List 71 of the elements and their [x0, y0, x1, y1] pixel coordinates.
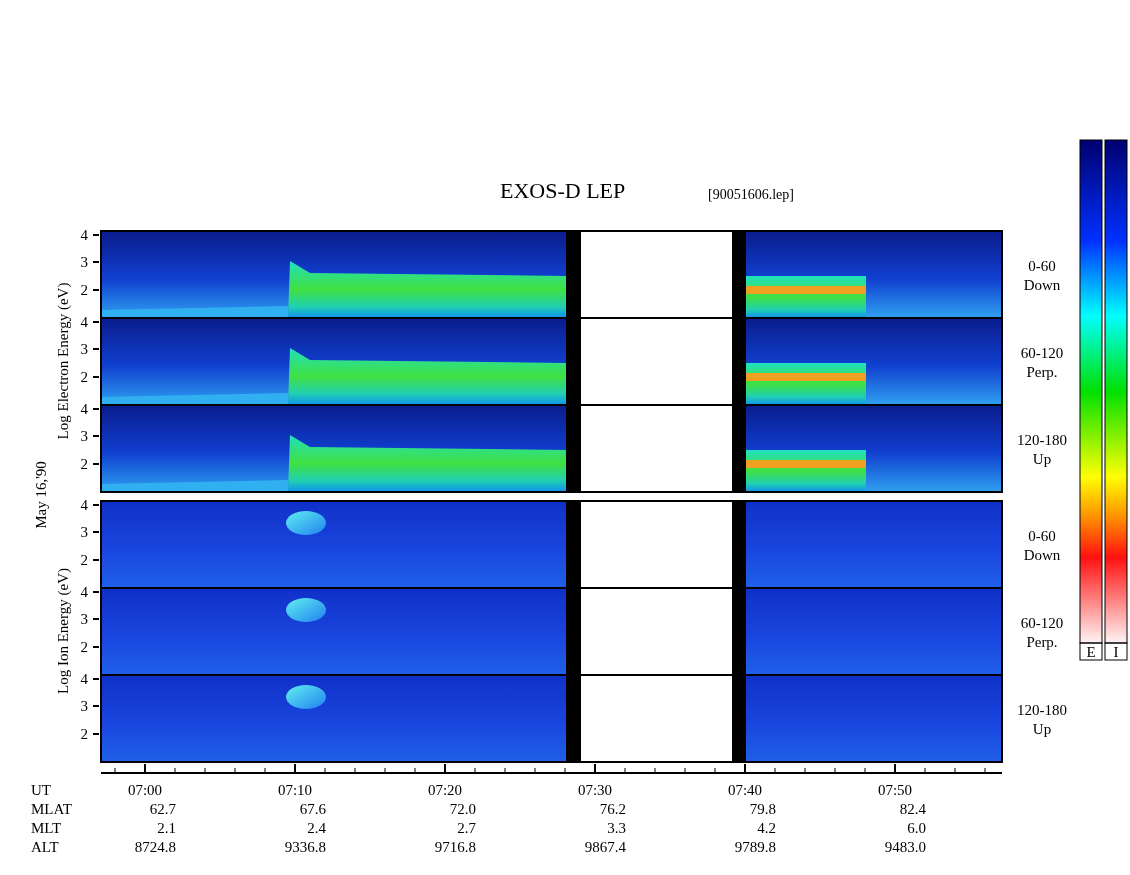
direction-label: Up: [1032, 451, 1052, 467]
axis-value: 3.3: [607, 820, 626, 836]
direction-label: Perp.: [1026, 634, 1058, 650]
direction-label: Down: [1023, 277, 1061, 293]
y-axis-ticks: [92, 234, 100, 291]
y-tick-label: 3: [80, 428, 88, 444]
y-tick-label: 4: [80, 401, 88, 417]
pitch-angle-range: 120-180: [1017, 702, 1067, 718]
pitch-angle-range: 60-120: [1020, 345, 1064, 361]
pitch-angle-range: 0-60: [1028, 258, 1056, 274]
y-tick-label: 2: [80, 456, 88, 472]
pitch-angle-range: 0-60: [1028, 528, 1056, 544]
axis-value: 62.7: [149, 801, 176, 817]
axis-value: 2.7: [457, 820, 476, 836]
axis-value: 07:40: [727, 782, 763, 798]
y-tick-label: 3: [80, 341, 88, 357]
direction-label: Up: [1032, 721, 1052, 737]
y-tick-label: 3: [80, 698, 88, 714]
y-tick-label: 4: [80, 671, 88, 687]
y-tick-label: 2: [80, 552, 88, 568]
y-tick-label: 2: [80, 282, 88, 298]
pitch-angle-range: 120-180: [1017, 432, 1067, 448]
axis-value: 07:10: [277, 782, 313, 798]
y-axis-ticks: [92, 408, 100, 465]
direction-label: Perp.: [1026, 364, 1058, 380]
axis-value: 6.0: [907, 820, 926, 836]
axis-value: 07:00: [127, 782, 163, 798]
color-scale-label: E: [1086, 644, 1096, 660]
y-axis-ticks: [92, 678, 100, 735]
axis-value: 2.4: [307, 820, 326, 836]
axis-value: 72.0: [449, 801, 476, 817]
axis-value: 2.1: [157, 820, 176, 836]
axis-value: 9716.8: [434, 839, 476, 855]
y-tick-label: 2: [80, 639, 88, 655]
color-scale-label: I: [1113, 644, 1119, 660]
y-tick-label: 4: [80, 584, 88, 600]
axis-value: 9336.8: [284, 839, 326, 855]
axis-value: 4.2: [757, 820, 776, 836]
pitch-angle-range: 60-120: [1020, 615, 1064, 631]
axis-value: 07:30: [577, 782, 613, 798]
axis-value: 67.6: [299, 801, 326, 817]
axis-value: 07:50: [877, 782, 913, 798]
row-label: MLAT: [31, 801, 72, 817]
axis-value: 8724.8: [134, 839, 176, 855]
file-name: [90051606.lep]: [708, 187, 794, 202]
y-tick-label: 4: [80, 227, 88, 243]
y-tick-label: 2: [80, 369, 88, 385]
axis-value: 76.2: [599, 801, 626, 817]
axis-value: 9867.4: [584, 839, 626, 855]
date-label: May 16,'90: [33, 461, 49, 529]
axis-label: Log Ion Energy (eV): [55, 568, 71, 694]
y-tick-label: 4: [80, 497, 88, 513]
axis-label: Log Electron Energy (eV): [55, 282, 71, 440]
row-label: UT: [31, 782, 51, 798]
axis-value: 82.4: [899, 801, 926, 817]
y-tick-label: 3: [80, 524, 88, 540]
row-label: ALT: [31, 839, 59, 855]
y-tick-label: 4: [80, 314, 88, 330]
y-axis-ticks: [92, 504, 100, 561]
row-label: MLT: [31, 820, 62, 836]
direction-label: Down: [1023, 547, 1061, 563]
plot-title: EXOS-D LEP: [500, 178, 626, 203]
y-tick-label: 3: [80, 611, 88, 627]
axis-value: 07:20: [427, 782, 463, 798]
axis-value: 9483.0: [884, 839, 926, 855]
axis-value: 79.8: [749, 801, 776, 817]
y-axis-ticks: [92, 591, 100, 648]
y-tick-label: 3: [80, 254, 88, 270]
y-tick-label: 2: [80, 726, 88, 742]
y-axis-ticks: [92, 321, 100, 378]
axis-value: 9789.8: [734, 839, 776, 855]
